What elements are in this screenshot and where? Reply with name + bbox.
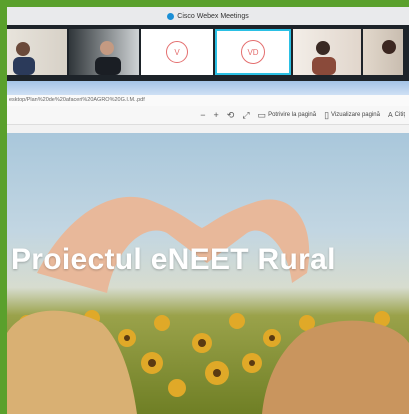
participant-tile[interactable] bbox=[69, 29, 139, 75]
fit-page-label: Potrivire la pagină bbox=[268, 112, 317, 118]
avatar: VD bbox=[241, 40, 265, 64]
green-frame: Cisco Webex Meetings V VD esktop/Plan%20… bbox=[0, 0, 409, 414]
participant-tile[interactable] bbox=[293, 29, 361, 75]
webex-window: Cisco Webex Meetings V VD esktop/Plan%20… bbox=[7, 7, 409, 414]
document-page: Proiectul eNEET Rural bbox=[7, 133, 409, 414]
rotate-icon[interactable]: ⟲ bbox=[227, 110, 235, 121]
avatar: V bbox=[166, 41, 188, 63]
pdf-toolbar: − + ⟲ ⤢ ▭ Potrivire la pagină ▯ Vizualiz… bbox=[7, 106, 409, 125]
participant-tile[interactable]: V bbox=[141, 29, 213, 75]
participant-tile[interactable] bbox=[363, 29, 403, 75]
read-aloud-button[interactable]: A Citiț bbox=[388, 112, 405, 119]
expand-icon[interactable]: ⤢ bbox=[242, 110, 249, 121]
page-view-icon: ▯ bbox=[324, 109, 330, 120]
title-bar: Cisco Webex Meetings bbox=[7, 7, 409, 25]
zoom-out-button[interactable]: − bbox=[200, 110, 205, 120]
zoom-in-button[interactable]: + bbox=[214, 110, 219, 120]
fit-to-page-button[interactable]: ▭ Potrivire la pagină bbox=[258, 110, 317, 121]
person-video bbox=[312, 41, 336, 75]
participant-tile[interactable] bbox=[7, 29, 67, 75]
address-bar[interactable]: esktop/Plan%20de%20afaceri%20AGRO%20G.I.… bbox=[7, 95, 409, 106]
person-video bbox=[13, 42, 35, 75]
person-video bbox=[382, 40, 396, 54]
participant-strip: V VD bbox=[7, 25, 409, 81]
participant-tile-selected[interactable]: VD bbox=[215, 29, 291, 75]
window-title-text: Cisco Webex Meetings bbox=[177, 12, 249, 20]
fit-page-icon: ▭ bbox=[257, 109, 267, 120]
page-view-button[interactable]: ▯ Vizualizare pagină bbox=[324, 110, 380, 121]
window-title: Cisco Webex Meetings bbox=[167, 12, 249, 20]
read-aloud-icon: A bbox=[387, 111, 393, 119]
read-aloud-label: Citiț bbox=[394, 112, 405, 118]
document-title: Proiectul eNEET Rural bbox=[11, 243, 336, 276]
page-view-label: Vizualizare pagină bbox=[331, 112, 380, 118]
person-video bbox=[95, 41, 121, 75]
webex-icon bbox=[167, 12, 175, 20]
blurred-header bbox=[7, 81, 409, 95]
